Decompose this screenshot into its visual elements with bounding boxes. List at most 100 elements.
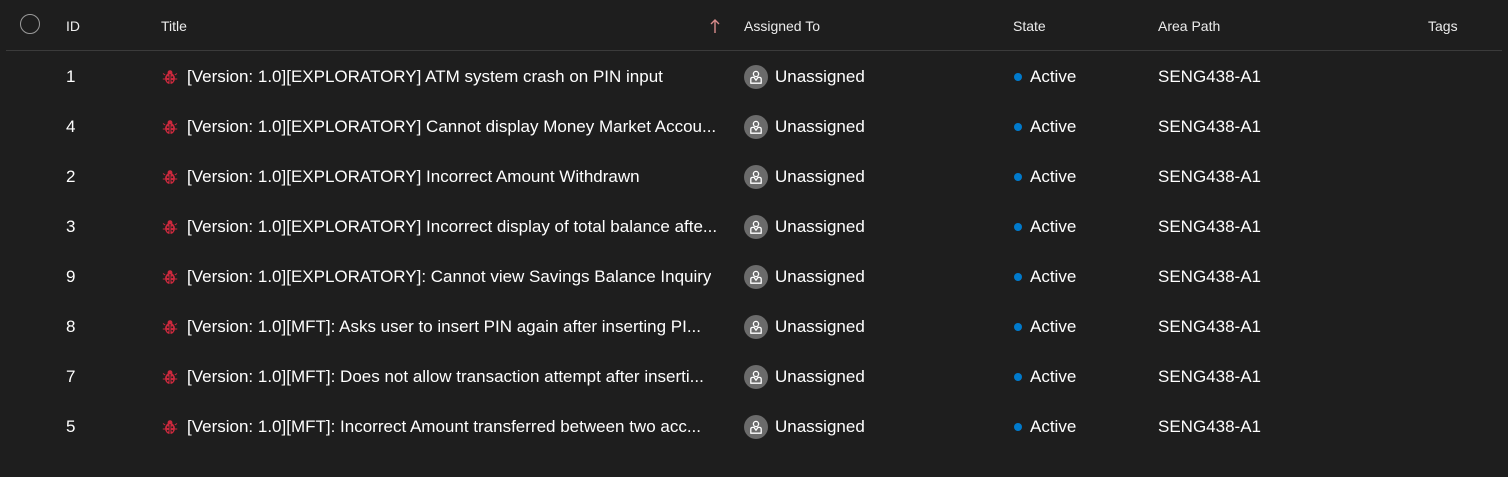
table-row[interactable]: 2 [Version: 1.0][EXPLORATORY] Incorrect … [6, 152, 1502, 202]
table-row[interactable]: 7 [Version: 1.0][MFT]: Does not allow tr… [6, 352, 1502, 402]
sort-ascending-arrow-icon[interactable] [709, 17, 721, 35]
state-active-dot-icon [1014, 273, 1022, 281]
work-item-id: 8 [66, 317, 76, 336]
work-item-id: 4 [66, 117, 76, 136]
state-cell: Active [1014, 102, 1076, 152]
unassigned-avatar-icon [744, 165, 768, 189]
work-item-title-link[interactable]: [Version: 1.0][EXPLORATORY] ATM system c… [187, 52, 663, 102]
bug-icon [162, 320, 178, 334]
table-row[interactable]: 8 [Version: 1.0][MFT]: Asks user to inse… [6, 302, 1502, 352]
state-label: Active [1030, 267, 1077, 286]
work-item-title-link[interactable]: [Version: 1.0][EXPLORATORY] Cannot displ… [187, 102, 716, 152]
state-cell: Active [1014, 402, 1076, 452]
table-row[interactable]: 3 [Version: 1.0][EXPLORATORY] Incorrect … [6, 202, 1502, 252]
table-row[interactable]: 5 [Version: 1.0][MFT]: Incorrect Amount … [6, 402, 1502, 452]
state-active-dot-icon [1014, 73, 1022, 81]
state-label: Active [1030, 417, 1077, 436]
column-header-state[interactable]: State [1013, 0, 1046, 50]
state-cell: Active [1014, 202, 1076, 252]
bug-icon [162, 170, 178, 184]
bug-icon [162, 370, 178, 384]
state-cell: Active [1014, 152, 1076, 202]
state-label: Active [1030, 317, 1077, 336]
work-item-id: 5 [66, 417, 76, 436]
state-cell: Active [1014, 52, 1076, 102]
area-path: SENG438-A1 [1158, 317, 1261, 336]
area-path: SENG438-A1 [1158, 67, 1261, 86]
area-path: SENG438-A1 [1158, 417, 1261, 436]
table-row[interactable]: 9 [Version: 1.0][EXPLORATORY]: Cannot vi… [6, 252, 1502, 302]
work-item-id: 9 [66, 267, 76, 286]
column-header-title[interactable]: Title [161, 0, 187, 50]
work-item-title-link[interactable]: [Version: 1.0][EXPLORATORY] Incorrect Am… [187, 152, 640, 202]
column-header-assigned-to[interactable]: Assigned To [744, 0, 820, 50]
work-item-title-cell: [Version: 1.0][EXPLORATORY] ATM system c… [162, 52, 718, 102]
area-path: SENG438-A1 [1158, 367, 1261, 386]
work-item-title-cell: [Version: 1.0][EXPLORATORY] Incorrect di… [162, 202, 718, 252]
work-item-id: 2 [66, 167, 76, 186]
assigned-to-cell: Unassigned [744, 152, 865, 202]
work-item-title-cell: [Version: 1.0][MFT]: Asks user to insert… [162, 302, 718, 352]
work-item-title-cell: [Version: 1.0][EXPLORATORY]: Cannot view… [162, 252, 718, 302]
area-path: SENG438-A1 [1158, 117, 1261, 136]
state-active-dot-icon [1014, 323, 1022, 331]
column-header-tags[interactable]: Tags [1428, 0, 1458, 50]
work-item-id: 3 [66, 217, 76, 236]
work-items-grid: ID Title Assigned To State Area Path Tag… [0, 0, 1508, 477]
work-item-title-cell: [Version: 1.0][EXPLORATORY] Incorrect Am… [162, 152, 718, 202]
unassigned-avatar-icon [744, 415, 768, 439]
assigned-to-name: Unassigned [775, 267, 865, 286]
work-item-id: 7 [66, 367, 76, 386]
state-label: Active [1030, 117, 1077, 136]
state-label: Active [1030, 67, 1077, 86]
bug-icon [162, 120, 178, 134]
work-item-title-cell: [Version: 1.0][MFT]: Incorrect Amount tr… [162, 402, 718, 452]
assigned-to-name: Unassigned [775, 67, 865, 86]
work-item-title-link[interactable]: [Version: 1.0][MFT]: Asks user to insert… [187, 302, 701, 352]
bug-icon [162, 220, 178, 234]
area-path: SENG438-A1 [1158, 167, 1261, 186]
unassigned-avatar-icon [744, 115, 768, 139]
assigned-to-cell: Unassigned [744, 252, 865, 302]
work-item-title-link[interactable]: [Version: 1.0][EXPLORATORY] Incorrect di… [187, 202, 717, 252]
unassigned-avatar-icon [744, 215, 768, 239]
assigned-to-name: Unassigned [775, 217, 865, 236]
select-all-checkbox[interactable] [20, 14, 40, 34]
work-item-title-link[interactable]: [Version: 1.0][MFT]: Does not allow tran… [187, 352, 704, 402]
state-cell: Active [1014, 252, 1076, 302]
assigned-to-name: Unassigned [775, 167, 865, 186]
state-label: Active [1030, 217, 1077, 236]
work-item-title-link[interactable]: [Version: 1.0][MFT]: Incorrect Amount tr… [187, 402, 701, 452]
bug-icon [162, 420, 178, 434]
state-label: Active [1030, 167, 1077, 186]
unassigned-avatar-icon [744, 315, 768, 339]
assigned-to-name: Unassigned [775, 317, 865, 336]
work-item-id: 1 [66, 67, 76, 86]
state-active-dot-icon [1014, 123, 1022, 131]
area-path: SENG438-A1 [1158, 217, 1261, 236]
column-header-area-path[interactable]: Area Path [1158, 0, 1220, 50]
assigned-to-cell: Unassigned [744, 202, 865, 252]
assigned-to-cell: Unassigned [744, 52, 865, 102]
table-row[interactable]: 1 [Version: 1.0][EXPLORATORY] ATM system… [6, 52, 1502, 102]
assigned-to-cell: Unassigned [744, 102, 865, 152]
unassigned-avatar-icon [744, 365, 768, 389]
assigned-to-cell: Unassigned [744, 302, 865, 352]
table-row[interactable]: 4 [Version: 1.0][EXPLORATORY] Cannot dis… [6, 102, 1502, 152]
state-active-dot-icon [1014, 423, 1022, 431]
unassigned-avatar-icon [744, 265, 768, 289]
assigned-to-cell: Unassigned [744, 352, 865, 402]
state-active-dot-icon [1014, 223, 1022, 231]
column-header-id[interactable]: ID [66, 0, 80, 50]
assigned-to-name: Unassigned [775, 367, 865, 386]
assigned-to-cell: Unassigned [744, 402, 865, 452]
state-label: Active [1030, 367, 1077, 386]
assigned-to-name: Unassigned [775, 417, 865, 436]
bug-icon [162, 270, 178, 284]
area-path: SENG438-A1 [1158, 267, 1261, 286]
state-active-dot-icon [1014, 373, 1022, 381]
unassigned-avatar-icon [744, 65, 768, 89]
work-item-title-link[interactable]: [Version: 1.0][EXPLORATORY]: Cannot view… [187, 252, 711, 302]
work-item-title-cell: [Version: 1.0][MFT]: Does not allow tran… [162, 352, 718, 402]
assigned-to-name: Unassigned [775, 117, 865, 136]
